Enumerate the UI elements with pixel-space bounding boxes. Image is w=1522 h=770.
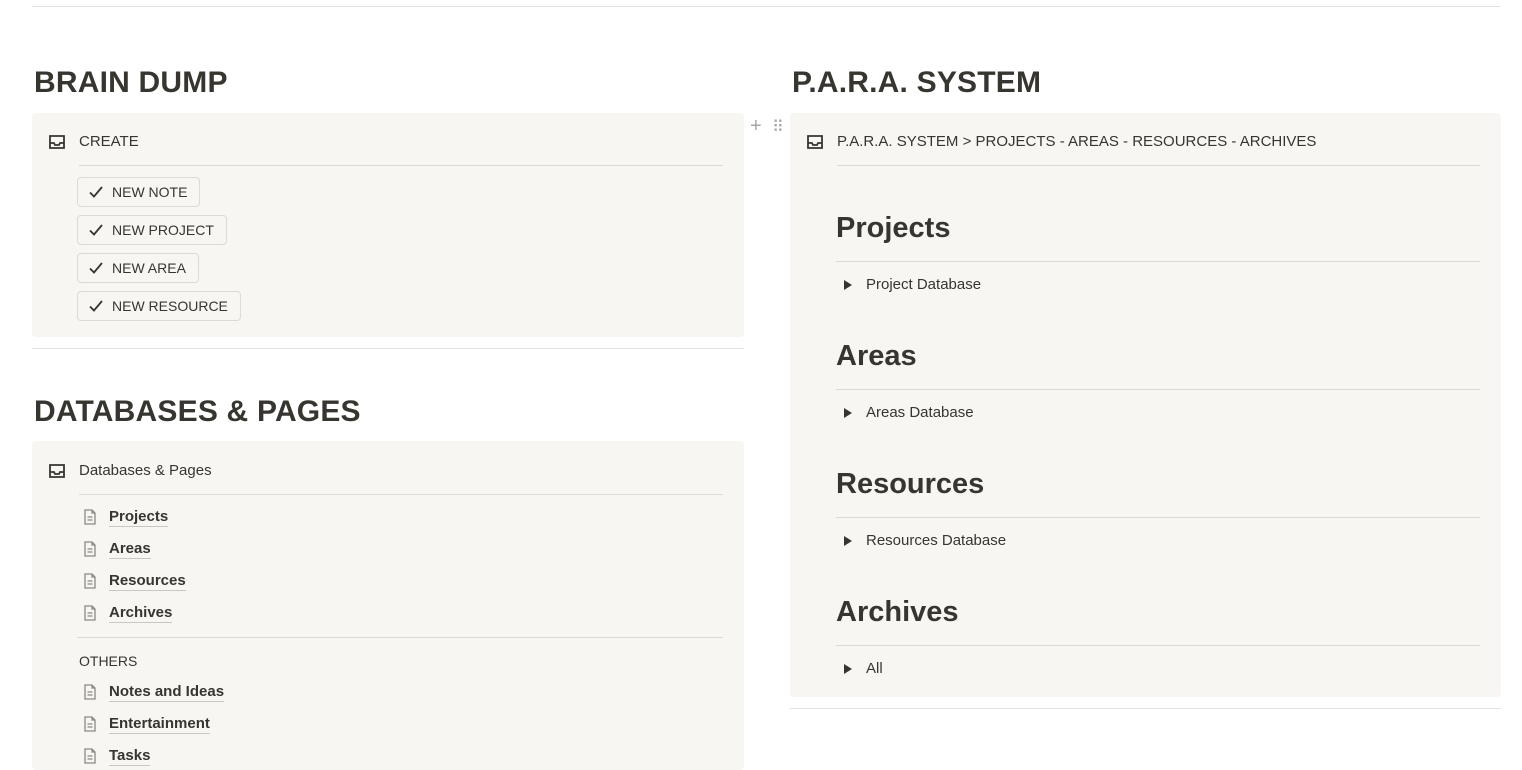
check-icon bbox=[89, 300, 103, 312]
databases-heading: DATABASES & PAGES bbox=[34, 395, 361, 428]
toggle-label: Resources Database bbox=[866, 532, 1007, 549]
divider bbox=[836, 261, 1480, 262]
areas-heading: Areas bbox=[836, 340, 917, 372]
toggle-project-database[interactable]: Project Database bbox=[836, 276, 981, 293]
document-icon bbox=[84, 748, 96, 764]
page-link-tasks[interactable]: Tasks bbox=[81, 745, 151, 767]
divider bbox=[836, 645, 1480, 646]
para-heading: P.A.R.A. SYSTEM bbox=[792, 66, 1042, 99]
new-note-label: NEW NOTE bbox=[112, 184, 188, 200]
page: BRAIN DUMP CREATE NEW NOTE NEW PROJECT N… bbox=[0, 0, 1522, 770]
para-title: P.A.R.A. SYSTEM > PROJECTS - AREAS - RES… bbox=[837, 133, 1317, 150]
toggle-arrow-icon[interactable] bbox=[844, 407, 852, 418]
page-link-archives[interactable]: Archives bbox=[81, 602, 173, 624]
databases-callout: Databases & Pages Projects Areas Resourc… bbox=[32, 441, 744, 770]
page-link-label: Projects bbox=[109, 508, 169, 527]
drag-handle-icon[interactable]: ⠿ bbox=[772, 117, 784, 137]
page-link-notes-and-ideas[interactable]: Notes and Ideas bbox=[81, 681, 225, 703]
brain-dump-heading: BRAIN DUMP bbox=[34, 66, 228, 99]
divider bbox=[77, 637, 723, 638]
check-icon bbox=[89, 186, 103, 198]
page-link-entertainment[interactable]: Entertainment bbox=[81, 713, 210, 735]
section-divider bbox=[790, 708, 1501, 709]
toggle-label: All bbox=[866, 660, 883, 677]
page-link-label: Notes and Ideas bbox=[109, 683, 225, 702]
divider bbox=[836, 517, 1480, 518]
check-icon bbox=[89, 262, 103, 274]
divider bbox=[79, 494, 723, 495]
new-area-button[interactable]: NEW AREA bbox=[77, 253, 199, 283]
inbox-icon bbox=[49, 464, 65, 478]
page-link-label: Tasks bbox=[109, 747, 151, 766]
divider bbox=[837, 165, 1480, 166]
databases-title: Databases & Pages bbox=[79, 462, 212, 479]
toggle-label: Areas Database bbox=[866, 404, 974, 421]
document-icon bbox=[84, 605, 96, 621]
inbox-icon bbox=[807, 135, 823, 149]
new-project-label: NEW PROJECT bbox=[112, 222, 214, 238]
toggle-arrow-icon[interactable] bbox=[844, 663, 852, 674]
toggle-areas-database[interactable]: Areas Database bbox=[836, 404, 974, 421]
new-resource-label: NEW RESOURCE bbox=[112, 298, 228, 314]
document-icon bbox=[84, 684, 96, 700]
page-link-areas[interactable]: Areas bbox=[81, 538, 151, 560]
para-callout: P.A.R.A. SYSTEM > PROJECTS - AREAS - RES… bbox=[790, 113, 1501, 697]
projects-heading: Projects bbox=[836, 212, 951, 244]
top-divider bbox=[32, 6, 1500, 7]
document-icon bbox=[84, 541, 96, 557]
toggle-resources-database[interactable]: Resources Database bbox=[836, 532, 1006, 549]
document-icon bbox=[84, 573, 96, 589]
page-link-label: Areas bbox=[109, 540, 151, 559]
others-label: OTHERS bbox=[79, 653, 138, 669]
toggle-arrow-icon[interactable] bbox=[844, 535, 852, 546]
new-area-label: NEW AREA bbox=[112, 260, 186, 276]
page-link-projects[interactable]: Projects bbox=[81, 506, 169, 528]
page-link-label: Archives bbox=[109, 604, 173, 623]
document-icon bbox=[84, 716, 96, 732]
divider bbox=[79, 165, 723, 166]
new-resource-button[interactable]: NEW RESOURCE bbox=[77, 291, 241, 321]
toggle-label: Project Database bbox=[866, 276, 982, 293]
toggle-all[interactable]: All bbox=[836, 660, 883, 677]
page-link-label: Entertainment bbox=[109, 715, 210, 734]
divider bbox=[836, 389, 1480, 390]
toggle-arrow-icon[interactable] bbox=[844, 279, 852, 290]
page-link-label: Resources bbox=[109, 572, 186, 591]
archives-heading: Archives bbox=[836, 596, 959, 628]
add-block-icon[interactable]: + bbox=[750, 115, 762, 138]
create-title: CREATE bbox=[79, 133, 139, 150]
document-icon bbox=[84, 509, 96, 525]
check-icon bbox=[89, 224, 103, 236]
create-callout: CREATE NEW NOTE NEW PROJECT NEW AREA NEW… bbox=[32, 113, 744, 337]
new-project-button[interactable]: NEW PROJECT bbox=[77, 215, 227, 245]
page-link-resources[interactable]: Resources bbox=[81, 570, 186, 592]
inbox-icon bbox=[49, 135, 65, 149]
section-divider bbox=[32, 348, 744, 349]
new-note-button[interactable]: NEW NOTE bbox=[77, 177, 201, 207]
resources-heading: Resources bbox=[836, 468, 985, 500]
